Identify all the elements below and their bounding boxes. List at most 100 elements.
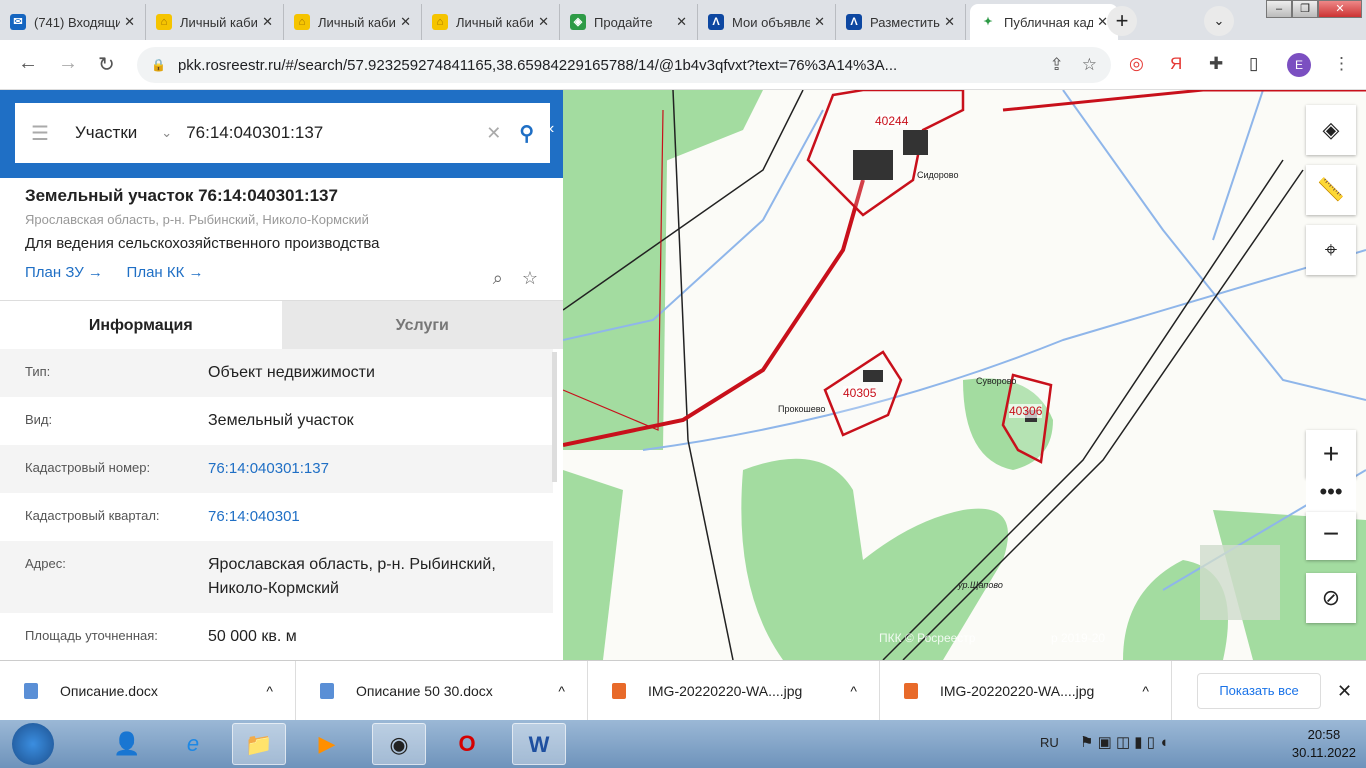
info-row-value: Ярославская область, р-н. Рыбинский, Ник… — [208, 556, 496, 597]
start-button[interactable] — [12, 723, 54, 765]
tab-close-icon[interactable]: ✕ — [124, 14, 135, 30]
quarter-label-40306[interactable]: 40306 — [1009, 404, 1043, 418]
locate-button[interactable]: ⌖ — [1306, 225, 1356, 275]
close-downloads-icon[interactable]: ✕ — [1337, 681, 1352, 702]
favorite-star-icon[interactable]: ☆ — [522, 268, 538, 288]
download-filename: Описание 50 30.docx — [356, 683, 493, 699]
search-type-select[interactable]: Участки — [75, 123, 137, 143]
menu-hamburger-icon[interactable]: ☰ — [31, 121, 49, 146]
download-item[interactable]: Описание 50 30.docx ^ — [296, 661, 588, 721]
address-bar[interactable]: 🔒 pkk.rosreestr.ru/#/search/57.923259274… — [137, 47, 1111, 83]
info-row-value[interactable]: 76:14:040301 — [208, 505, 528, 529]
info-row: Тип: Объект недвижимости — [0, 349, 553, 397]
zoom-out-button[interactable]: − — [1306, 512, 1356, 560]
search-icon[interactable]: ⚲ — [519, 121, 534, 146]
info-row: Кадастровый квартал: 76:14:040301 — [0, 493, 553, 541]
clock[interactable]: 20:58 30.11.2022 — [1292, 726, 1356, 762]
url-text[interactable]: pkk.rosreestr.ru/#/search/57.92325927484… — [178, 57, 1032, 74]
zoom-in-button[interactable]: + — [1306, 430, 1356, 478]
clear-icon[interactable]: ✕ — [486, 123, 501, 144]
more-icon[interactable]: ••• — [1306, 478, 1356, 512]
tab-search-button[interactable]: ⌄ — [1204, 6, 1234, 36]
layers-button[interactable]: ◈ — [1306, 105, 1356, 155]
browser-tab[interactable]: Λ Разместить ✕ — [836, 4, 966, 40]
browser-tab[interactable]: ✦Публичная кадастровая карта✕ — [970, 4, 1118, 40]
tab-favicon-icon: ✦ — [980, 14, 996, 30]
panel-scrollbar[interactable] — [552, 352, 557, 482]
extension-target-icon[interactable]: ◎ — [1129, 54, 1144, 74]
menu-kebab-icon[interactable]: ⋮ — [1333, 54, 1350, 74]
image-file-icon — [612, 683, 626, 699]
new-tab-button[interactable]: + — [1107, 6, 1137, 36]
collapse-panel-icon[interactable]: ‹ — [549, 120, 563, 148]
tab-close-icon[interactable]: ✕ — [676, 14, 687, 30]
info-row-label: Тип: — [25, 364, 51, 379]
tab-favicon-icon: ⌂ — [432, 14, 448, 30]
window-controls: – ❐ ✕ — [1266, 0, 1362, 18]
chevron-up-icon[interactable]: ^ — [558, 683, 565, 699]
browser-tab[interactable]: ◈ Продайте ✕ — [560, 4, 698, 40]
taskbar-opera-icon[interactable]: O — [440, 723, 494, 765]
show-all-downloads-button[interactable]: Показать все — [1197, 673, 1321, 709]
tab-info[interactable]: Информация — [0, 301, 282, 349]
close-window-button[interactable]: ✕ — [1318, 0, 1362, 18]
tray-icons[interactable]: ⚑ ▣ ◫ ▮ ▯ ◖ — [1080, 733, 1168, 751]
tab-title: Личный кабинет — [318, 14, 396, 30]
clock-date: 30.11.2022 — [1291, 745, 1356, 760]
back-icon[interactable]: ← — [18, 52, 38, 75]
compass-button[interactable]: ⊘ — [1306, 573, 1356, 623]
profile-avatar[interactable]: E — [1287, 53, 1311, 77]
taskbar-explorer-icon[interactable]: 📁 — [232, 723, 286, 765]
minimize-button[interactable]: – — [1266, 0, 1292, 18]
chevron-down-icon[interactable]: ⌄ — [161, 125, 172, 141]
extensions-puzzle-icon[interactable]: ✚ — [1209, 54, 1223, 74]
clock-time: 20:58 — [1307, 727, 1341, 742]
restore-button[interactable]: ❐ — [1292, 0, 1318, 18]
taskbar-ie-icon[interactable]: e — [166, 723, 220, 765]
reload-icon[interactable]: ↻ — [98, 52, 115, 77]
chevron-up-icon[interactable]: ^ — [850, 683, 857, 699]
tab-close-icon[interactable]: ✕ — [262, 14, 273, 30]
download-item[interactable]: IMG-20220220-WA....jpg ^ — [880, 661, 1172, 721]
extension-yandex-icon[interactable]: Я — [1170, 54, 1182, 74]
tab-close-icon[interactable]: ✕ — [814, 14, 825, 30]
forward-icon[interactable]: → — [58, 52, 78, 75]
browser-tab[interactable]: ⌂ Личный кабинет✕ — [422, 4, 560, 40]
chevron-up-icon[interactable]: ^ — [266, 683, 273, 699]
map-canvas[interactable]: 40244 40305 40306 Сидорово Прокошево Сув… — [563, 90, 1366, 660]
tab-close-icon[interactable]: ✕ — [944, 14, 955, 30]
plan-kk-link[interactable]: План КК → — [127, 264, 204, 281]
taskbar-chrome-icon[interactable]: ◉ — [372, 723, 426, 765]
download-item[interactable]: IMG-20220220-WA....jpg ^ — [588, 661, 880, 721]
info-row-value: 50 000 кв. м — [208, 628, 297, 645]
zoom-to-object-icon[interactable]: ⌕ — [493, 268, 503, 288]
bookmark-star-icon[interactable]: ☆ — [1082, 55, 1097, 75]
object-card: Земельный участок 76:14:040301:137 Яросл… — [0, 178, 563, 281]
map-attribution: ПКК © Росреестр — [879, 631, 976, 645]
tab-close-icon[interactable]: ✕ — [400, 14, 411, 30]
minimap[interactable] — [1200, 545, 1280, 620]
download-item[interactable]: Описание.docx ^ — [0, 661, 296, 721]
tab-services[interactable]: Услуги — [281, 301, 563, 349]
browser-tab[interactable]: ⌂ Личный кабинет✕ — [146, 4, 284, 40]
side-panel-icon[interactable]: ▯ — [1249, 54, 1258, 74]
taskbar-word-icon[interactable]: W — [512, 723, 566, 765]
quarter-label-40244[interactable]: 40244 — [875, 114, 909, 128]
share-icon[interactable]: ⇪ — [1050, 55, 1064, 75]
browser-tab[interactable]: Λ Мои объявления✕ — [698, 4, 836, 40]
language-indicator[interactable]: RU — [1040, 735, 1059, 750]
info-row-label: Вид: — [25, 412, 53, 427]
tab-close-icon[interactable]: ✕ — [538, 14, 549, 30]
taskbar-media-player-icon[interactable]: ▶ — [300, 723, 354, 765]
map-attribution-years: р 2019-20 — [1051, 631, 1106, 645]
search-input[interactable]: 76:14:040301:137 — [186, 123, 486, 143]
tab-favicon-icon: Λ — [708, 14, 724, 30]
browser-tab[interactable]: ⌂ Личный кабинет✕ — [284, 4, 422, 40]
chevron-up-icon[interactable]: ^ — [1142, 683, 1149, 699]
taskbar-app-user-icon[interactable]: 👤 — [100, 723, 154, 765]
quarter-label-40305[interactable]: 40305 — [843, 386, 877, 400]
info-row-value[interactable]: 76:14:040301:137 — [208, 457, 528, 481]
browser-tab[interactable]: ✉ (741) Входящие ✕ — [0, 4, 146, 40]
plan-zu-link[interactable]: План ЗУ → — [25, 264, 103, 281]
measure-ruler-button[interactable]: 📏 — [1306, 165, 1356, 215]
